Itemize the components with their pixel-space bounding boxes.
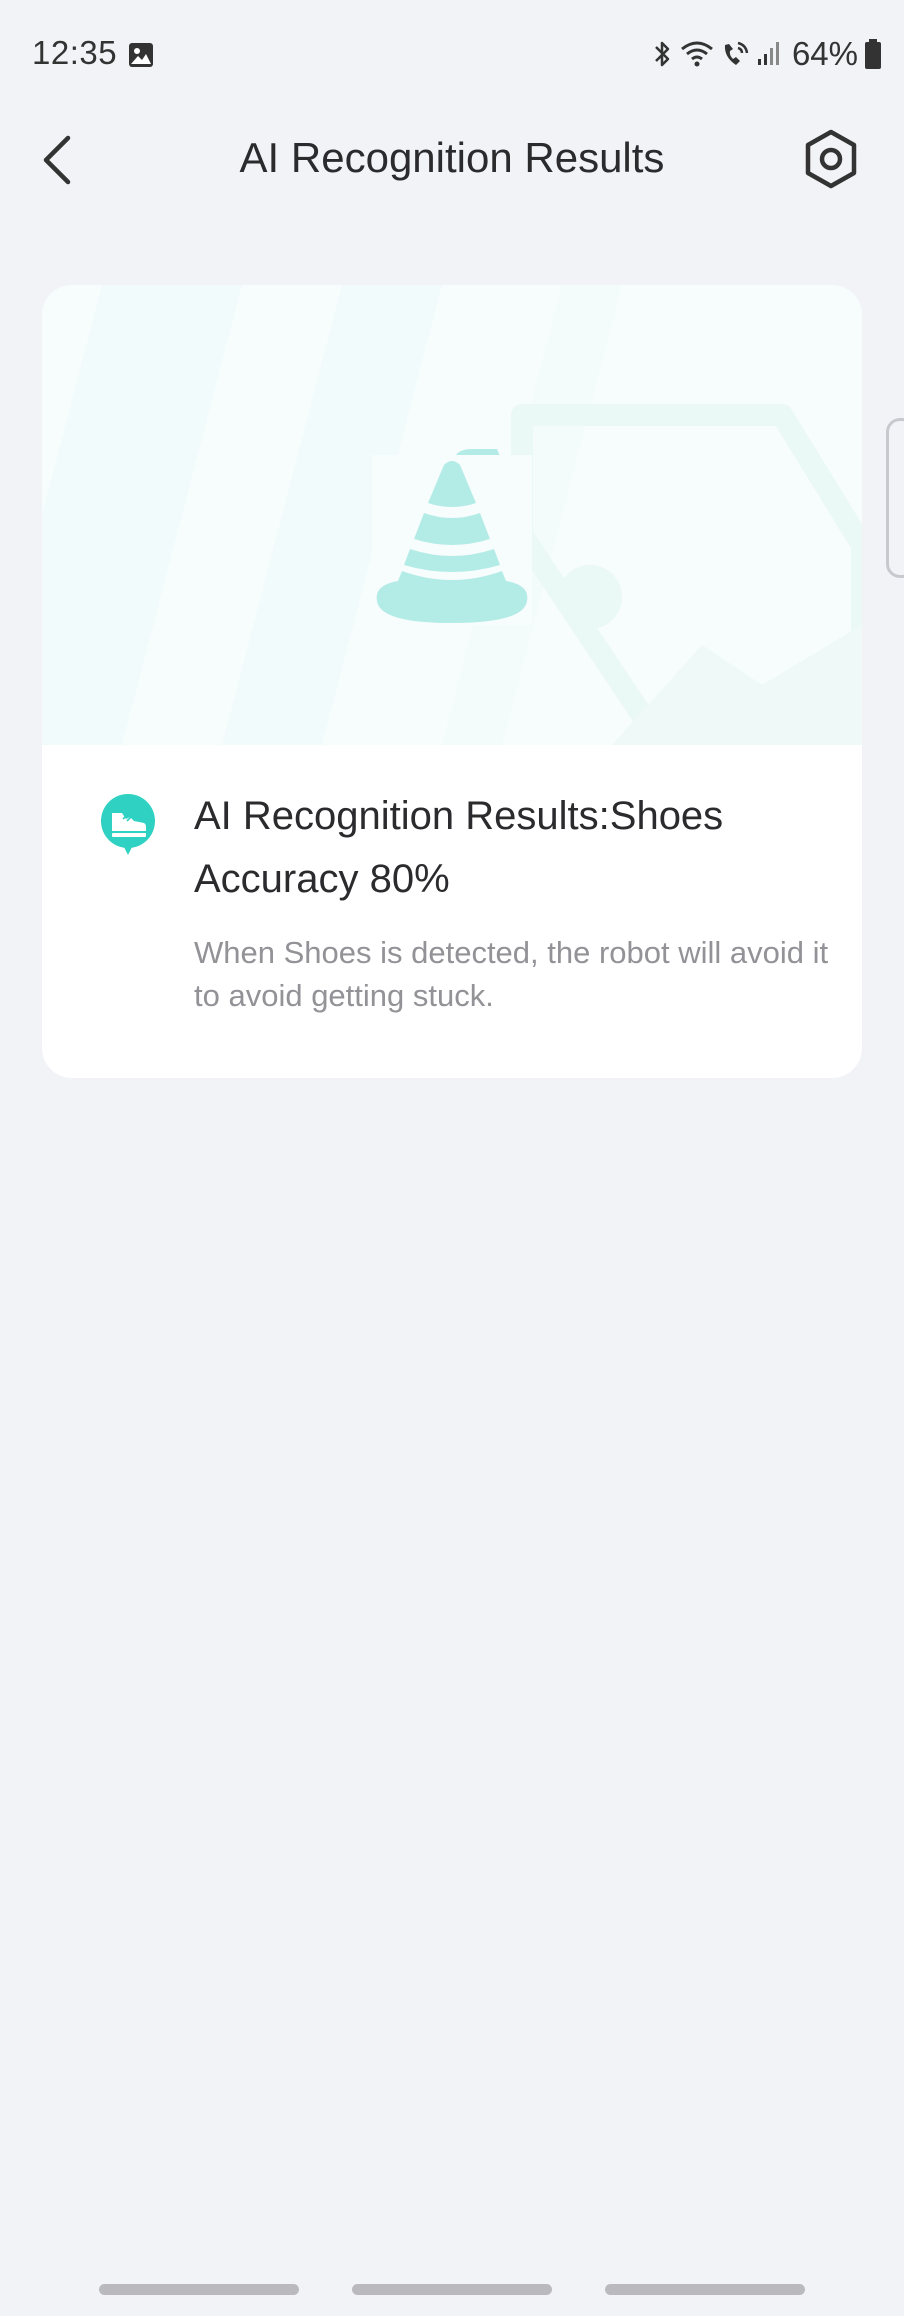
result-image <box>42 285 862 745</box>
system-nav-bar <box>0 2284 904 2298</box>
bluetooth-icon <box>655 41 670 67</box>
gallery-icon <box>129 43 153 67</box>
page-title: AI Recognition Results <box>239 134 665 181</box>
battery-percent: 64% <box>791 35 858 72</box>
result-title-line1: AI Recognition Results:Shoes <box>194 794 724 838</box>
wifi-icon <box>681 41 713 67</box>
nav-recents-button[interactable] <box>99 2284 299 2295</box>
result-description: When Shoes is detected, the robot will a… <box>194 935 829 1013</box>
hexagon-gear-icon <box>805 129 857 189</box>
nav-home-button[interactable] <box>352 2284 552 2295</box>
edge-panel-handle[interactable] <box>886 418 904 578</box>
cone-figure <box>372 455 532 625</box>
result-title: AI Recognition Results:Shoes Accuracy 80… <box>194 785 834 911</box>
shoe-badge-icon <box>101 794 155 855</box>
header: AI Recognition Results <box>0 110 904 210</box>
wifi-call-icon <box>724 41 749 65</box>
status-bar: 12:35 64% <box>0 0 904 110</box>
signal-icon <box>757 42 779 65</box>
nav-back-button[interactable] <box>605 2284 805 2295</box>
result-card: AI Recognition Results:Shoes Accuracy 80… <box>42 285 862 1078</box>
battery-icon <box>865 39 881 69</box>
status-time: 12:35 <box>32 34 118 71</box>
status-icons: 64% <box>650 35 882 72</box>
settings-button[interactable] <box>800 128 862 190</box>
result-accuracy: Accuracy 80% <box>194 857 450 901</box>
